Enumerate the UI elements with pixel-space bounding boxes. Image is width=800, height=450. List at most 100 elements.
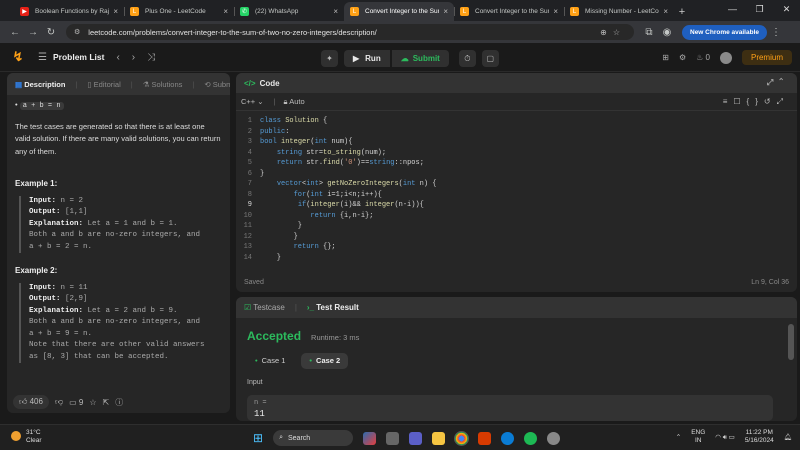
tab-close-icon[interactable]: × [443,7,448,16]
lock-icon: 🔒︎ [283,96,288,106]
code-editor[interactable]: 1 class Solution {2 public: 3 bool integer(i… [236,111,797,261]
browser-tab[interactable]: L Plus One - LeetCode × [124,2,234,21]
teams-icon[interactable] [409,431,423,445]
minimize-icon[interactable]: — [719,0,746,19]
settings-icon[interactable]: ⚙ [679,53,686,62]
browser-tab[interactable]: L Convert Integer to the Sum × [454,2,564,21]
language-indicator[interactable]: ENG IN [691,429,705,445]
widgets-app-icon[interactable] [363,431,377,445]
bookmark-star-icon[interactable]: ⊕☆ [600,28,626,37]
language-select[interactable]: C++ ⌄ [241,97,264,106]
windows-start-icon[interactable]: ⊞ [253,431,263,445]
streak-counter[interactable]: ♨ 0 [696,53,710,62]
clock[interactable]: 11:22 PM 5/16/2024 [745,429,774,445]
browser-tab[interactable]: L Missing Number - LeetCode × [564,2,674,21]
weather-widget[interactable]: 31°C Clear [11,429,42,445]
debug-icon[interactable]: ✦ [321,50,338,67]
code-line[interactable]: 3 bool integer(int num){ [236,137,797,148]
comments-button[interactable]: ▭ 9 [69,398,83,407]
code-line[interactable]: 7 vector<int> getNoZeroIntegers(int n) { [236,179,797,190]
premium-button[interactable]: Premium [741,50,792,65]
shuffle-icon[interactable]: ⤨ [147,52,155,63]
code-line[interactable]: 2 public: [236,127,797,138]
tab-submissions[interactable]: ⟲ Submissions [204,80,230,89]
forward-icon[interactable]: → [24,27,42,38]
wifi-volume-battery-icon[interactable]: ◠ 🔊︎ ▭ [715,433,735,442]
dislike-icon[interactable]: 👎︎ [55,397,63,407]
settings-app-icon[interactable] [547,431,561,445]
next-problem-icon[interactable]: › [132,52,135,63]
extensions-icon[interactable]: ⧉ [640,27,658,38]
taskbar-search[interactable]: ⌕ Search [273,430,354,446]
code-text: bool integer(int num){ [260,138,353,146]
tray-chevron-icon[interactable]: ⌃ [676,433,681,441]
code-line[interactable]: 8 for(int i=1;i<n;i++){ [236,190,797,201]
site-info-icon[interactable]: ⚙ [74,28,80,36]
code-line[interactable]: 6} [236,169,797,180]
code-line[interactable]: 13 return {}; [236,242,797,253]
code-line[interactable]: 1 class Solution { [236,116,797,127]
code-line[interactable]: 4 string str=to_string(num); [236,148,797,159]
editor-actions[interactable]: ≡☐{}↺⤢ [723,97,789,107]
share-icon[interactable]: ⇱ [103,398,110,407]
tab-close-icon[interactable]: × [333,7,338,16]
office-icon[interactable] [478,431,492,445]
problem-list-icon[interactable]: ☰ [38,52,47,63]
browser-tab[interactable]: ▶ Boolean Functions by Raj × [14,2,124,21]
code-line[interactable]: 10 return {i,n-i}; [236,211,797,222]
tab-description[interactable]: ▤ Description [15,80,65,89]
tab-solutions[interactable]: ⚗ Solutions [143,80,183,89]
like-button[interactable]: 👍︎ 406 [13,395,49,409]
task-view-icon[interactable] [386,431,400,445]
code-line[interactable]: 12 } [236,232,797,243]
tab-icon: ▯ [87,79,92,89]
new-chrome-available-button[interactable]: New Chrome available [682,24,767,40]
file-explorer-icon[interactable] [432,431,446,445]
timer-icon[interactable]: ⏱ [458,50,476,67]
url-text: leetcode.com/problems/convert-integer-to… [88,27,377,37]
back-icon[interactable]: ← [6,27,24,38]
reload-icon[interactable]: ↻ [42,27,60,38]
edge-icon[interactable] [501,431,515,445]
layout-icon[interactable]: ⊞ [662,53,669,62]
chrome-menu-icon[interactable]: ⋮ [767,27,785,38]
spotify-icon[interactable] [524,431,538,445]
prev-problem-icon[interactable]: ‹ [116,52,119,63]
run-button[interactable]: ▶ Run [344,50,390,67]
code-line[interactable]: 9 if(integer(i)&& integer(n-i)){ [236,200,797,211]
favorite-star-icon[interactable]: ☆ [89,398,96,407]
help-icon[interactable]: ⓘ [115,397,123,408]
tab-testcase[interactable]: ☑ Testcase [244,303,285,312]
browser-tab[interactable]: ✆ (22) WhatsApp × [234,2,344,21]
code-line[interactable]: 11 } [236,221,797,232]
maximize-icon[interactable]: ❐ [746,0,773,19]
leetcode-logo[interactable]: ↯ [8,49,28,65]
notification-bell-icon[interactable]: 🔔︎ [784,433,792,441]
tab-close-icon[interactable]: × [223,7,228,16]
tab-editorial[interactable]: ▯ Editorial [87,80,120,89]
scrollbar[interactable] [788,324,794,360]
expand-icon[interactable]: ⤢⌃ [767,78,789,88]
profile-icon[interactable]: ◉ [658,27,676,38]
url-bar[interactable]: ⚙ leetcode.com/problems/convert-integer-… [66,24,634,40]
tab-close-icon[interactable]: × [663,7,668,16]
auto-mode[interactable]: 🔒︎ Auto [284,97,305,107]
notes-icon[interactable]: ▢ [481,50,499,67]
submit-button[interactable]: ☁ Submit [391,50,449,67]
input-var: n = [254,399,267,407]
browser-tab[interactable]: L Convert Integer to the Sum × [344,2,454,21]
new-tab-button[interactable]: + [674,2,690,21]
tab-close-icon[interactable]: × [553,7,558,16]
avatar[interactable] [719,51,732,64]
code-line[interactable]: 5 return str.find('0')==string::npos; [236,158,797,169]
tab-favicon-icon: L [350,7,359,16]
problem-list-link[interactable]: Problem List [53,52,104,62]
tab-label: Editorial [93,79,121,89]
tab-close-icon[interactable]: × [113,7,118,16]
chrome-icon[interactable] [454,430,470,446]
case-1-tab[interactable]: • Case 1 [247,353,293,369]
case-2-tab[interactable]: • Case 2 [301,353,349,369]
tab-test-result[interactable]: ›_ Test Result [307,303,359,312]
close-window-icon[interactable]: ✕ [773,0,800,19]
code-line[interactable]: 14 } [236,253,797,262]
